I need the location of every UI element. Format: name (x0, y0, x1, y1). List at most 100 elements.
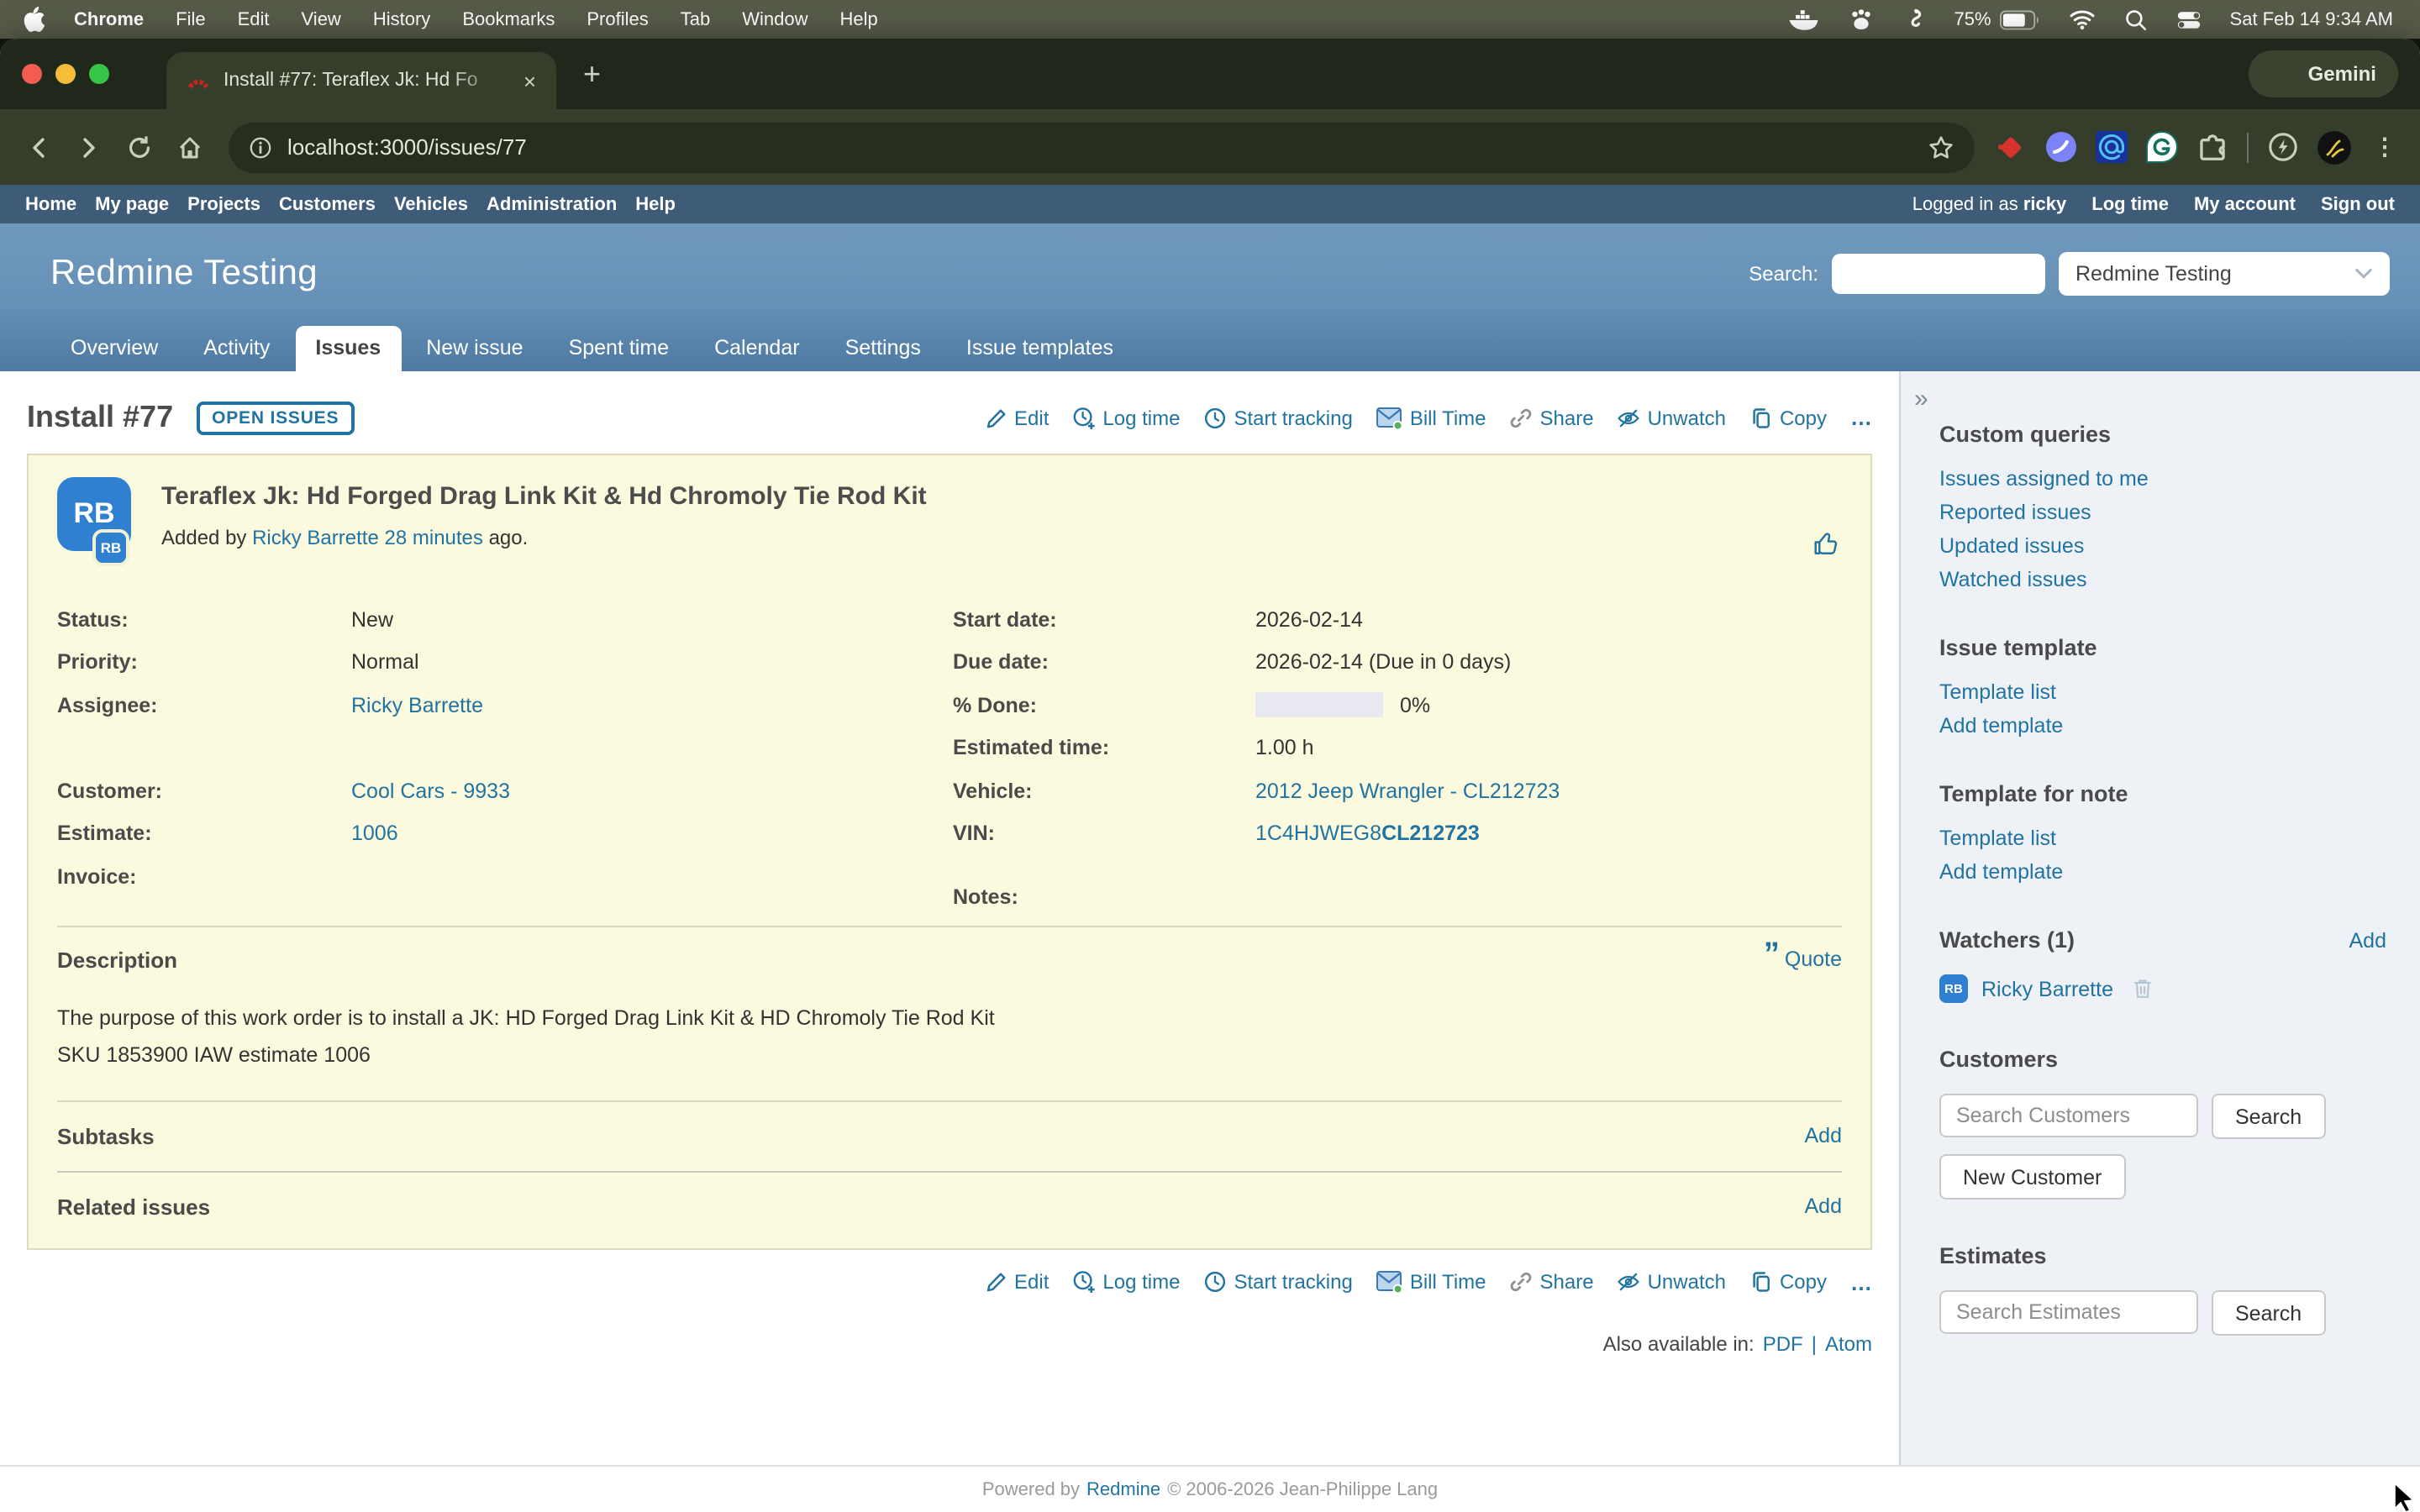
more-actions-link-bottom[interactable]: … (1850, 1269, 1872, 1294)
menu-history[interactable]: History (373, 9, 430, 29)
copy-link-bottom[interactable]: Copy (1749, 1270, 1827, 1294)
menu-help[interactable]: Help (840, 9, 878, 29)
menu-view[interactable]: View (302, 9, 341, 29)
control-center-icon[interactable] (2176, 9, 2202, 29)
sidebar-collapse-icon[interactable]: » (1914, 385, 1928, 413)
window-close-button[interactable] (22, 64, 42, 84)
profile-avatar[interactable] (2317, 130, 2351, 164)
note-template-add-link[interactable]: Add template (1939, 860, 2386, 884)
tab-activity[interactable]: Activity (183, 326, 290, 371)
extension-purple-icon[interactable] (2045, 131, 2077, 163)
grammarly-extension-icon[interactable] (2146, 131, 2178, 163)
forward-button[interactable] (64, 122, 114, 172)
search-estimates-input[interactable] (1939, 1290, 2198, 1334)
assignee-value[interactable]: Ricky Barrette (351, 694, 483, 717)
battery-saver-icon[interactable] (2267, 131, 2299, 163)
menu-edit[interactable]: Edit (238, 9, 270, 29)
search-customers-button[interactable]: Search (2212, 1094, 2325, 1139)
url-text[interactable]: localhost:3000/issues/77 (287, 134, 1912, 160)
menu-file[interactable]: File (176, 9, 205, 29)
copy-link[interactable]: Copy (1749, 406, 1827, 429)
topmenu-vehicles[interactable]: Vehicles (394, 194, 468, 214)
apple-logo-icon[interactable] (24, 7, 45, 32)
related-issues-add-link[interactable]: Add (1805, 1194, 1843, 1218)
atom-link[interactable]: Atom (1825, 1331, 1872, 1355)
tab-calendar[interactable]: Calendar (694, 326, 819, 371)
tab-overview[interactable]: Overview (50, 326, 178, 371)
tab-issues[interactable]: Issues (295, 326, 401, 371)
share-link-bottom[interactable]: Share (1510, 1270, 1594, 1294)
quote-link[interactable]: ” Quote (1764, 948, 1842, 971)
log-time-link[interactable]: Log time (1072, 406, 1180, 429)
topmenu-projects[interactable]: Projects (187, 194, 260, 214)
browser-tab[interactable]: Install #77: Teraflex Jk: Hd Fo × (166, 52, 556, 109)
wifi-icon[interactable] (2069, 8, 2096, 30)
issue-template-list-link[interactable]: Template list (1939, 680, 2386, 704)
gemini-button[interactable]: Gemini (2249, 50, 2398, 97)
topmenu-my-account[interactable]: My account (2194, 194, 2296, 214)
window-zoom-button[interactable] (89, 64, 109, 84)
start-tracking-link-bottom[interactable]: Start tracking (1203, 1270, 1352, 1294)
topmenu-home[interactable]: Home (25, 194, 76, 214)
menu-tab[interactable]: Tab (681, 9, 711, 29)
search-estimates-button[interactable]: Search (2212, 1290, 2325, 1336)
address-bar[interactable]: localhost:3000/issues/77 (229, 122, 1975, 172)
unwatch-link-bottom[interactable]: Unwatch (1618, 1270, 1726, 1294)
search-input[interactable] (1832, 254, 2045, 294)
vehicle-value[interactable]: 2012 Jeep Wrangler - CL212723 (1255, 780, 1560, 803)
author-link[interactable]: Ricky Barrette (252, 526, 379, 549)
tab-settings[interactable]: Settings (825, 326, 941, 371)
topmenu-sign-out[interactable]: Sign out (2321, 194, 2395, 214)
menu-profiles[interactable]: Profiles (587, 9, 648, 29)
edit-link[interactable]: Edit (984, 406, 1049, 429)
subtasks-add-link[interactable]: Add (1805, 1124, 1843, 1147)
battery-status[interactable]: 75% (1954, 9, 2039, 29)
topmenu-administration[interactable]: Administration (487, 194, 617, 214)
bookmark-star-icon[interactable] (1928, 134, 1954, 160)
window-minimize-button[interactable] (55, 64, 76, 84)
topmenu-customers[interactable]: Customers (279, 194, 376, 214)
tab-issue-templates[interactable]: Issue templates (946, 326, 1134, 371)
new-customer-button[interactable]: New Customer (1939, 1154, 2125, 1200)
new-tab-button[interactable]: + (583, 59, 601, 89)
created-time-link[interactable]: 28 minutes (385, 526, 483, 549)
share-link[interactable]: Share (1510, 406, 1594, 429)
docker-icon[interactable] (1787, 8, 1819, 31)
query-updated-issues[interactable]: Updated issues (1939, 534, 2386, 558)
site-info-icon[interactable] (249, 135, 272, 159)
estimate-value[interactable]: 1006 (351, 822, 398, 846)
tab-spent-time[interactable]: Spent time (549, 326, 690, 371)
home-button[interactable] (165, 122, 215, 172)
project-jump-select[interactable]: Redmine Testing (2059, 252, 2390, 296)
pdf-link[interactable]: PDF (1763, 1331, 1803, 1355)
chrome-menu-icon[interactable]: ⋮ (2370, 133, 2400, 161)
topmenu-help[interactable]: Help (635, 194, 676, 214)
bill-time-link[interactable]: Bill Time (1376, 406, 1486, 429)
query-watched-issues[interactable]: Watched issues (1939, 568, 2386, 591)
issue-template-add-link[interactable]: Add template (1939, 714, 2386, 738)
menu-app-name[interactable]: Chrome (74, 9, 144, 29)
bill-time-link-bottom[interactable]: Bill Time (1376, 1270, 1486, 1294)
vin-value[interactable]: 1C4HJWEG8CL212723 (1255, 822, 1480, 846)
menu-window[interactable]: Window (742, 9, 808, 29)
extensions-puzzle-icon[interactable] (2196, 131, 2228, 163)
extension-at-icon[interactable] (2096, 131, 2128, 163)
query-reported-issues[interactable]: Reported issues (1939, 501, 2386, 524)
watcher-name-link[interactable]: Ricky Barrette (1981, 977, 2113, 1000)
delete-watcher-trash-icon[interactable] (2130, 976, 2154, 1001)
thumbs-up-icon[interactable] (1812, 529, 1840, 558)
search-customers-input[interactable] (1939, 1094, 2198, 1137)
topmenu-log-time[interactable]: Log time (2091, 194, 2169, 214)
reload-button[interactable] (114, 122, 165, 172)
back-button[interactable] (13, 122, 64, 172)
redmine-link[interactable]: Redmine (1086, 1479, 1160, 1499)
tab-close-icon[interactable]: × (520, 68, 539, 93)
unwatch-link[interactable]: Unwatch (1618, 406, 1726, 429)
spotlight-search-icon[interactable] (2124, 8, 2148, 31)
tab-new-issue[interactable]: New issue (406, 326, 543, 371)
edit-link-bottom[interactable]: Edit (984, 1270, 1049, 1294)
watchers-add-link[interactable]: Add (2349, 929, 2387, 953)
paw-icon[interactable] (1848, 7, 1873, 32)
topmenu-my-page[interactable]: My page (95, 194, 169, 214)
query-issues-assigned[interactable]: Issues assigned to me (1939, 467, 2386, 491)
